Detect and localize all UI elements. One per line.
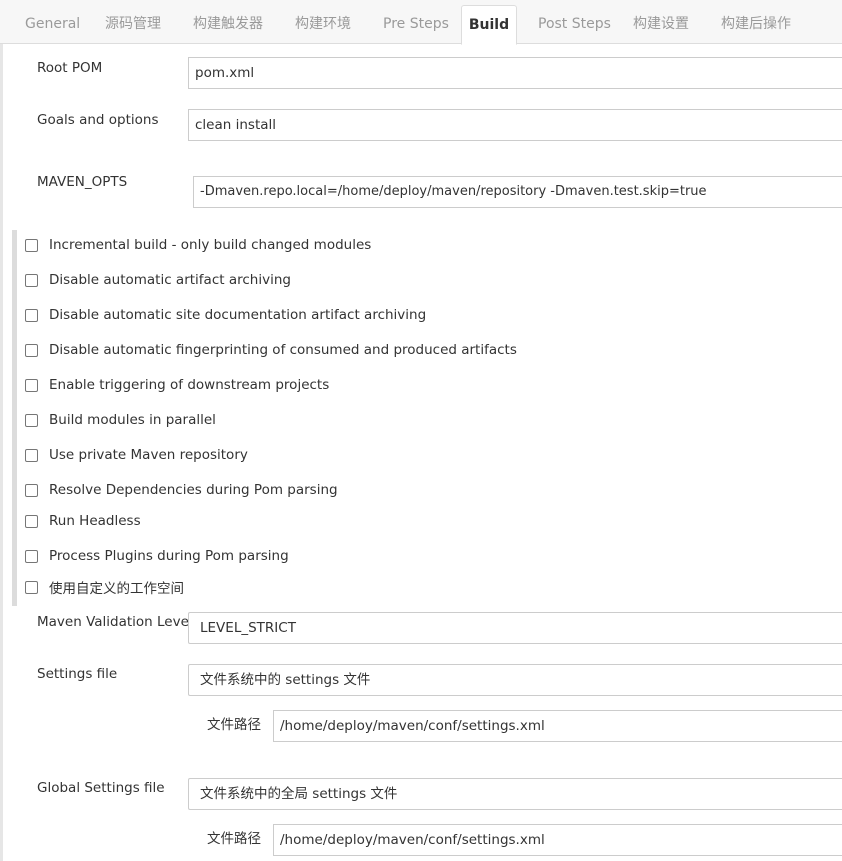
checkbox-disable-site-doc-archiving[interactable]: Disable automatic site documentation art…: [25, 305, 426, 325]
checkbox-box[interactable]: [25, 448, 38, 462]
global-settings-path-label: 文件路径: [207, 831, 261, 847]
checkbox-box[interactable]: [25, 238, 38, 252]
tab-general[interactable]: General: [25, 5, 80, 44]
advanced-options-bar: [12, 230, 17, 606]
config-tab-bar: General 源码管理 构建触发器 构建环境 Pre Steps Build …: [0, 0, 842, 45]
settings-file-path-input[interactable]: /home/deploy/maven/conf/settings.xml: [273, 710, 842, 742]
checkbox-label: Process Plugins during Pom parsing: [49, 548, 289, 564]
checkbox-label: Incremental build - only build changed m…: [49, 237, 372, 253]
tab-post-build-actions[interactable]: 构建后操作: [721, 5, 791, 44]
checkbox-label: Disable automatic site documentation art…: [49, 307, 427, 323]
checkbox-box[interactable]: [25, 483, 38, 497]
global-settings-path-input[interactable]: /home/deploy/maven/conf/settings.xml: [273, 824, 842, 856]
checkbox-run-headless[interactable]: Run Headless: [25, 511, 141, 531]
maven-opts-input[interactable]: -Dmaven.repo.local=/home/deploy/maven/re…: [193, 176, 842, 208]
tab-pre-steps[interactable]: Pre Steps: [383, 5, 449, 44]
validation-level-select[interactable]: LEVEL_STRICT: [188, 612, 842, 644]
checkbox-process-plugins[interactable]: Process Plugins during Pom parsing: [25, 546, 289, 566]
checkbox-label: Use private Maven repository: [49, 447, 248, 463]
checkbox-box[interactable]: [25, 343, 38, 357]
checkbox-box[interactable]: [25, 378, 38, 392]
checkbox-label: Resolve Dependencies during Pom parsing: [49, 482, 338, 498]
checkbox-custom-workspace[interactable]: 使用自定义的工作空间: [25, 577, 184, 597]
tab-build[interactable]: Build: [461, 5, 517, 45]
checkbox-disable-fingerprinting[interactable]: Disable automatic fingerprinting of cons…: [25, 340, 517, 360]
settings-file-path-label: 文件路径: [207, 717, 261, 733]
maven-opts-label: MAVEN_OPTS: [37, 174, 128, 190]
checkbox-incremental-build[interactable]: Incremental build - only build changed m…: [25, 235, 371, 255]
goals-options-label: Goals and options: [37, 112, 159, 128]
checkbox-box[interactable]: [25, 549, 38, 563]
checkbox-label: Disable automatic fingerprinting of cons…: [49, 342, 517, 358]
checkbox-box[interactable]: [25, 413, 38, 427]
tab-build-triggers[interactable]: 构建触发器: [193, 5, 263, 44]
validation-level-label: Maven Validation Level: [37, 614, 193, 630]
checkbox-label: 使用自定义的工作空间: [49, 581, 184, 597]
settings-file-label: Settings file: [37, 666, 118, 682]
global-settings-file-select[interactable]: 文件系统中的全局 settings 文件: [188, 778, 842, 810]
checkbox-box[interactable]: [25, 308, 38, 322]
goals-options-input[interactable]: clean install: [188, 109, 842, 141]
section-left-border: [0, 44, 3, 861]
root-pom-label: Root POM: [37, 60, 103, 76]
tab-build-settings[interactable]: 构建设置: [633, 5, 689, 44]
checkbox-label: Build modules in parallel: [49, 412, 216, 428]
tab-post-steps[interactable]: Post Steps: [538, 5, 611, 44]
root-pom-input[interactable]: pom.xml: [188, 57, 842, 89]
checkbox-private-maven-repo[interactable]: Use private Maven repository: [25, 445, 248, 465]
global-settings-file-label: Global Settings file: [37, 780, 165, 796]
settings-file-select[interactable]: 文件系统中的 settings 文件: [188, 664, 842, 696]
checkbox-enable-downstream-triggering[interactable]: Enable triggering of downstream projects: [25, 375, 329, 395]
checkbox-resolve-dependencies[interactable]: Resolve Dependencies during Pom parsing: [25, 480, 338, 500]
checkbox-disable-artifact-archiving[interactable]: Disable automatic artifact archiving: [25, 270, 291, 290]
tab-source-management[interactable]: 源码管理: [105, 5, 161, 44]
checkbox-label: Run Headless: [49, 513, 141, 529]
checkbox-box[interactable]: [25, 580, 38, 594]
checkbox-box[interactable]: [25, 514, 38, 528]
checkbox-label: Disable automatic artifact archiving: [49, 272, 291, 288]
tab-build-environment[interactable]: 构建环境: [295, 5, 351, 44]
checkbox-build-modules-parallel[interactable]: Build modules in parallel: [25, 410, 216, 430]
checkbox-label: Enable triggering of downstream projects: [49, 377, 330, 393]
checkbox-box[interactable]: [25, 273, 38, 287]
